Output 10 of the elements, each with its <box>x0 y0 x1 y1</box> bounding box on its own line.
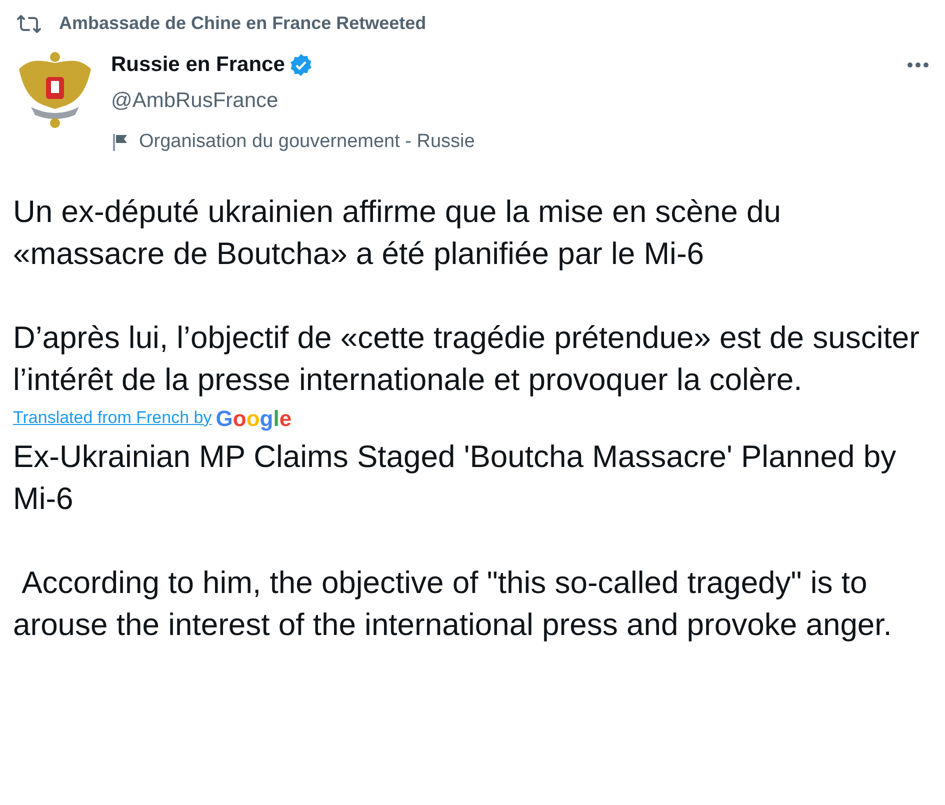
google-logo: Google <box>216 408 292 430</box>
author-handle[interactable]: @AmbRusFrance <box>111 84 932 116</box>
account-label: Organisation du gouvernement - Russie <box>139 130 475 154</box>
tweet-text: Un ex-député ukrainien affirme que la mise en scène du «massacre de Boutcha» a été planifiée par le Mi-6 <box>13 192 782 272</box>
translated-text: According to him, the objective of "this so-called tragedy" is to arouse the interest of the international press and provoke anger. <box>13 564 893 644</box>
tweet-text: D’après lui, l’objectif de «cette tragédie prétendue» est de susciter l’intérêt de la presse internationale et provoquer la colère. <box>13 318 920 398</box>
retweet-label[interactable]: Ambassade de Chine en France Retweeted <box>59 10 426 37</box>
more-options-icon[interactable] <box>906 60 930 69</box>
translated-text: Ex-Ukrainian MP Claims Staged 'Boutcha Massacre' Planned by Mi-6 <box>13 438 898 518</box>
author-name[interactable]: Russie en France <box>111 49 285 80</box>
